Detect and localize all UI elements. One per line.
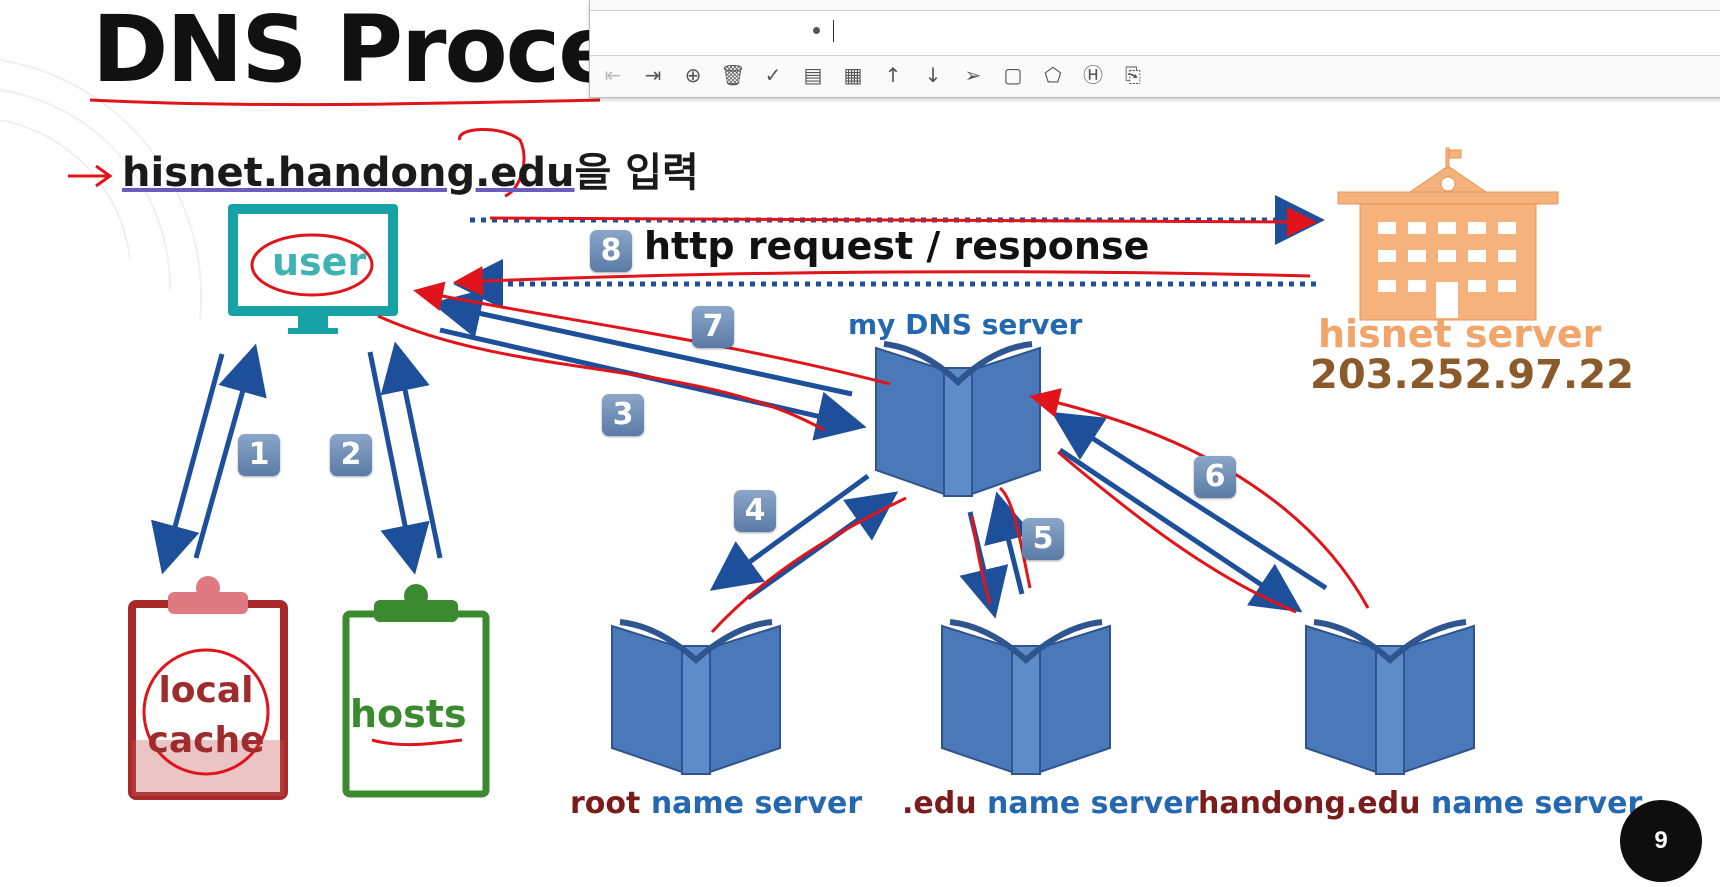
step-badge-2: 2 bbox=[330, 434, 372, 476]
note-icon[interactable]: ▤ bbox=[798, 60, 828, 90]
step-badge-4: 4 bbox=[734, 490, 776, 532]
move-down-icon[interactable]: ↓ bbox=[918, 60, 948, 90]
heading-icon[interactable]: Ⓗ bbox=[1078, 60, 1108, 90]
send-icon[interactable]: ➢ bbox=[958, 60, 988, 90]
instruction-suffix: 을 입력 bbox=[574, 150, 699, 196]
root-name-server-label: root name server bbox=[570, 786, 862, 821]
hosts-clipboard bbox=[342, 584, 490, 798]
edu-name-server-label: .edu name server bbox=[902, 786, 1198, 821]
name-server-suffix: name server bbox=[987, 786, 1199, 821]
step-badge-7: 7 bbox=[692, 306, 734, 348]
handong-prefix: handong.edu bbox=[1198, 786, 1421, 821]
hisnet-server-ip: 203.252.97.22 bbox=[1310, 352, 1634, 398]
step-badge-3: 3 bbox=[602, 394, 644, 436]
name-server-suffix: name server bbox=[1430, 786, 1643, 821]
my-dns-server-book bbox=[875, 341, 1041, 497]
root-name-server-book bbox=[611, 619, 781, 775]
calendar-icon[interactable]: ▦ bbox=[838, 60, 868, 90]
tag-icon[interactable]: ⬠ bbox=[1038, 60, 1068, 90]
square-icon[interactable]: ▢ bbox=[998, 60, 1028, 90]
editor-toolbar: ⇤ ⇥ ⊕ 🗑 ✓ ▤ ▦ ↑ ↓ ➢ ▢ ⬠ Ⓗ ⎘ bbox=[590, 60, 1720, 92]
note-input-row[interactable] bbox=[590, 10, 1720, 56]
text-caret bbox=[833, 20, 834, 42]
step-badge-8: 8 bbox=[590, 230, 632, 272]
root-prefix: root bbox=[570, 786, 641, 821]
indent-icon[interactable]: ⇥ bbox=[638, 60, 668, 90]
note-editor-overlay: ⇤ ⇥ ⊕ 🗑 ✓ ▤ ▦ ↑ ↓ ➢ ▢ ⬠ Ⓗ ⎘ bbox=[589, 0, 1720, 98]
edu-name-server-book bbox=[941, 619, 1111, 775]
step-badge-6: 6 bbox=[1194, 456, 1236, 498]
local-cache-label: local cache bbox=[146, 666, 266, 766]
hosts-label: hosts bbox=[350, 692, 467, 736]
handong-name-server-label: handong.edu name server bbox=[1198, 786, 1642, 821]
handong-name-server-book bbox=[1305, 619, 1475, 775]
hisnet-server-label: hisnet server bbox=[1318, 312, 1602, 356]
attachment-icon[interactable]: ⎘ bbox=[1118, 60, 1148, 90]
bullet-icon bbox=[813, 27, 820, 34]
check-icon[interactable]: ✓ bbox=[758, 60, 788, 90]
zoom-icon[interactable]: ⊕ bbox=[678, 60, 708, 90]
step-badge-1: 1 bbox=[238, 434, 280, 476]
delete-icon[interactable]: 🗑 bbox=[718, 60, 748, 90]
step-badge-5: 5 bbox=[1022, 518, 1064, 560]
http-request-response-label: http request / response bbox=[644, 224, 1150, 268]
move-up-icon[interactable]: ↑ bbox=[878, 60, 908, 90]
red-annotations bbox=[377, 206, 1370, 634]
page-number-badge: 9 bbox=[1620, 800, 1702, 882]
my-dns-server-label: my DNS server bbox=[848, 308, 1083, 341]
instruction-text: hisnet.handong.edu을 입력 bbox=[122, 140, 699, 198]
slide: DNS Process hisnet.handong.edu을 입력 user … bbox=[0, 0, 1720, 887]
instruction-url: hisnet.handong.edu bbox=[122, 150, 575, 196]
outdent-icon[interactable]: ⇤ bbox=[598, 60, 628, 90]
local-cache-line1: local bbox=[158, 670, 254, 711]
local-cache-line2: cache bbox=[147, 720, 265, 761]
edu-prefix: .edu bbox=[902, 786, 977, 821]
name-server-suffix: name server bbox=[650, 786, 863, 821]
user-label: user bbox=[272, 240, 367, 284]
